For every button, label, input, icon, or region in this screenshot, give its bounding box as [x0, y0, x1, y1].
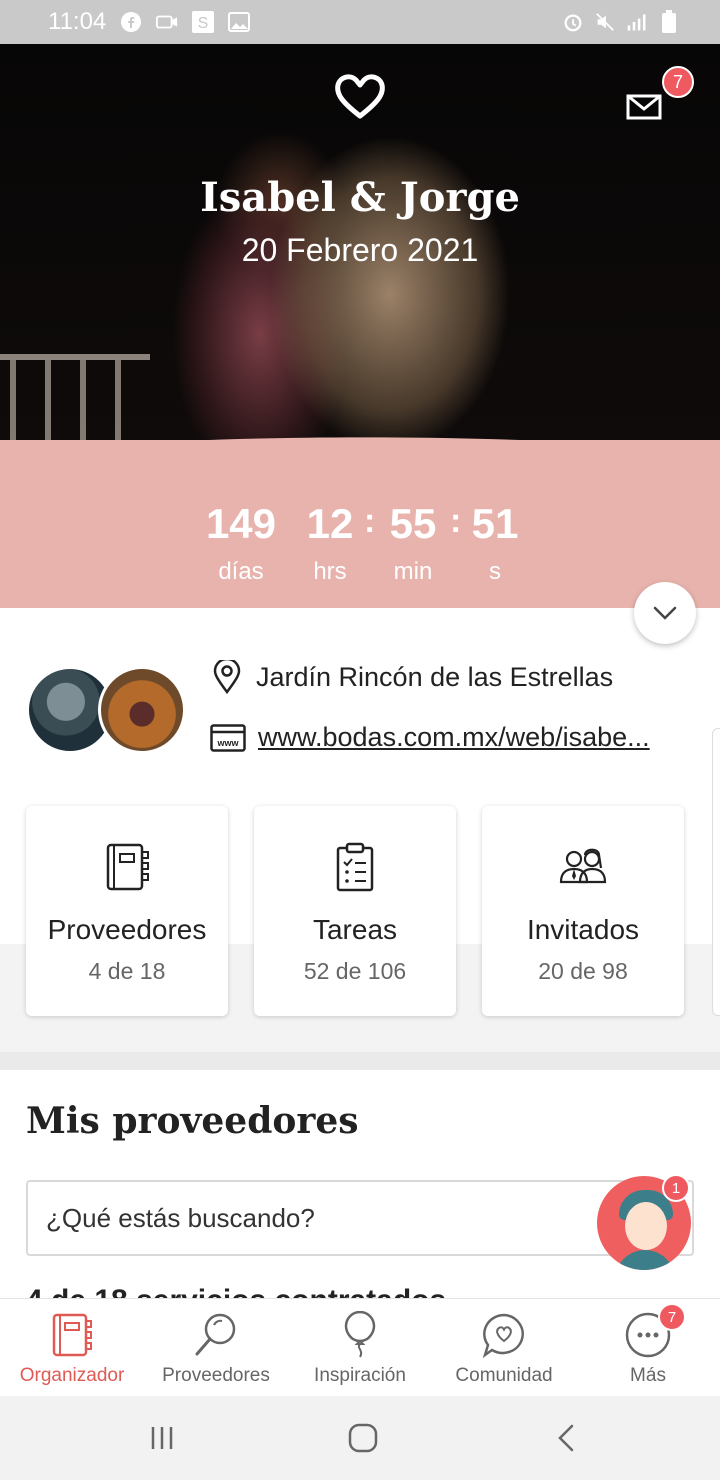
- signal-icon: [626, 11, 648, 33]
- venue-row[interactable]: Jardín Rincón de las Estrellas: [212, 660, 613, 694]
- card-title: Proveedores: [47, 914, 207, 945]
- website-row[interactable]: www www.bodas.com.mx/web/isabe...: [210, 722, 700, 753]
- s-app-icon: S: [192, 11, 215, 33]
- nav-label: Comunidad: [455, 1365, 553, 1386]
- countdown-days-label: días: [218, 558, 264, 585]
- envelope-icon: [626, 94, 662, 120]
- assistant-badge: 1: [662, 1174, 690, 1202]
- nav-proveedores[interactable]: Proveedores: [144, 1299, 288, 1397]
- section-title: Mis proveedores: [26, 1100, 359, 1142]
- countdown-separator: :: [450, 502, 462, 540]
- messages-button[interactable]: 7: [624, 66, 694, 122]
- messages-badge: 7: [662, 66, 694, 98]
- recent-apps-icon: [151, 1427, 173, 1449]
- notebook-icon: [106, 843, 149, 891]
- home-button[interactable]: [343, 1418, 383, 1458]
- more-badge: 7: [658, 1303, 686, 1331]
- countdown-hours-label: hrs: [313, 558, 347, 585]
- countdown-days: 149: [205, 500, 277, 547]
- location-pin-icon: [213, 660, 241, 694]
- back-button[interactable]: [546, 1418, 586, 1458]
- home-icon: [348, 1423, 378, 1453]
- countdown-minutes: 55: [389, 500, 437, 547]
- bottom-navigation: Organizador Proveedores Inspiración Comu…: [0, 1298, 720, 1397]
- countdown-separator: :: [364, 502, 376, 540]
- card-subtitle: 52 de 106: [303, 958, 407, 984]
- mute-icon: [594, 11, 616, 33]
- card-subtitle: 20 de 98: [538, 958, 628, 984]
- hero-wave-divider: [0, 437, 720, 470]
- back-icon: [558, 1424, 574, 1452]
- card-invitados[interactable]: Invitados 20 de 98: [482, 806, 684, 1016]
- nav-label: Más: [630, 1365, 666, 1386]
- card-tareas[interactable]: Tareas 52 de 106: [254, 806, 456, 1016]
- couple-names: Isabel & Jorge: [200, 174, 520, 221]
- recent-apps-button[interactable]: [142, 1418, 182, 1458]
- gallery-icon: [228, 11, 251, 33]
- checklist-icon: [336, 842, 374, 892]
- nav-label: Organizador: [19, 1365, 125, 1386]
- nav-label: Inspiración: [314, 1365, 406, 1386]
- card-subtitle: 4 de 18: [88, 958, 166, 984]
- guests-icon: [559, 848, 607, 884]
- countdown-seconds: 51: [471, 500, 519, 547]
- card-proveedores[interactable]: Proveedores 4 de 18: [26, 806, 228, 1016]
- nav-label: Proveedores: [162, 1365, 270, 1386]
- countdown-seconds-label: s: [489, 558, 501, 585]
- heart-logo-icon[interactable]: [334, 72, 386, 120]
- svg-text:S: S: [198, 15, 209, 32]
- search-input[interactable]: ¿Qué estás buscando?: [26, 1180, 694, 1256]
- countdown-hours: 12: [306, 500, 354, 547]
- search-vendors-icon: [195, 1313, 236, 1356]
- facebook-icon: [120, 11, 142, 33]
- card-title: Tareas: [312, 914, 398, 945]
- chevron-down-icon: [653, 606, 677, 620]
- system-navigation-bar: [0, 1396, 720, 1480]
- website-link[interactable]: www.bodas.com.mx/web/isabe...: [258, 722, 650, 753]
- expand-button[interactable]: [634, 582, 696, 644]
- organizer-icon: [52, 1313, 92, 1357]
- wedding-date: 20 Febrero 2021: [241, 232, 479, 268]
- card-title: Invitados: [526, 914, 640, 945]
- vendors-count-text: 4 de 18 servicios contratados: [26, 1284, 446, 1298]
- balloon-icon: [344, 1311, 376, 1358]
- nav-mas[interactable]: Más 7: [576, 1299, 720, 1397]
- nav-inspiracion[interactable]: Inspiración: [288, 1299, 432, 1397]
- hero-couple-photo: 7 Isabel & Jorge 20 Febrero 2021: [0, 44, 720, 454]
- countdown-minutes-label: min: [393, 558, 433, 585]
- svg-text:www: www: [216, 738, 239, 748]
- video-chat-icon: [156, 11, 178, 33]
- couple-avatar-2[interactable]: [98, 666, 186, 754]
- nav-comunidad[interactable]: Comunidad: [432, 1299, 576, 1397]
- chat-heart-icon: [482, 1313, 524, 1359]
- search-placeholder: ¿Qué estás buscando?: [46, 1202, 315, 1233]
- venue-name: Jardín Rincón de las Estrellas: [256, 661, 614, 692]
- status-bar: 11:04 S: [0, 0, 720, 44]
- section-divider: [0, 1052, 720, 1070]
- next-card-peek: [712, 728, 720, 1016]
- website-icon: www: [210, 723, 246, 752]
- battery-icon: [658, 10, 680, 33]
- alarm-icon: [562, 11, 584, 33]
- status-time: 11:04: [48, 8, 107, 35]
- nav-organizador[interactable]: Organizador: [0, 1299, 144, 1397]
